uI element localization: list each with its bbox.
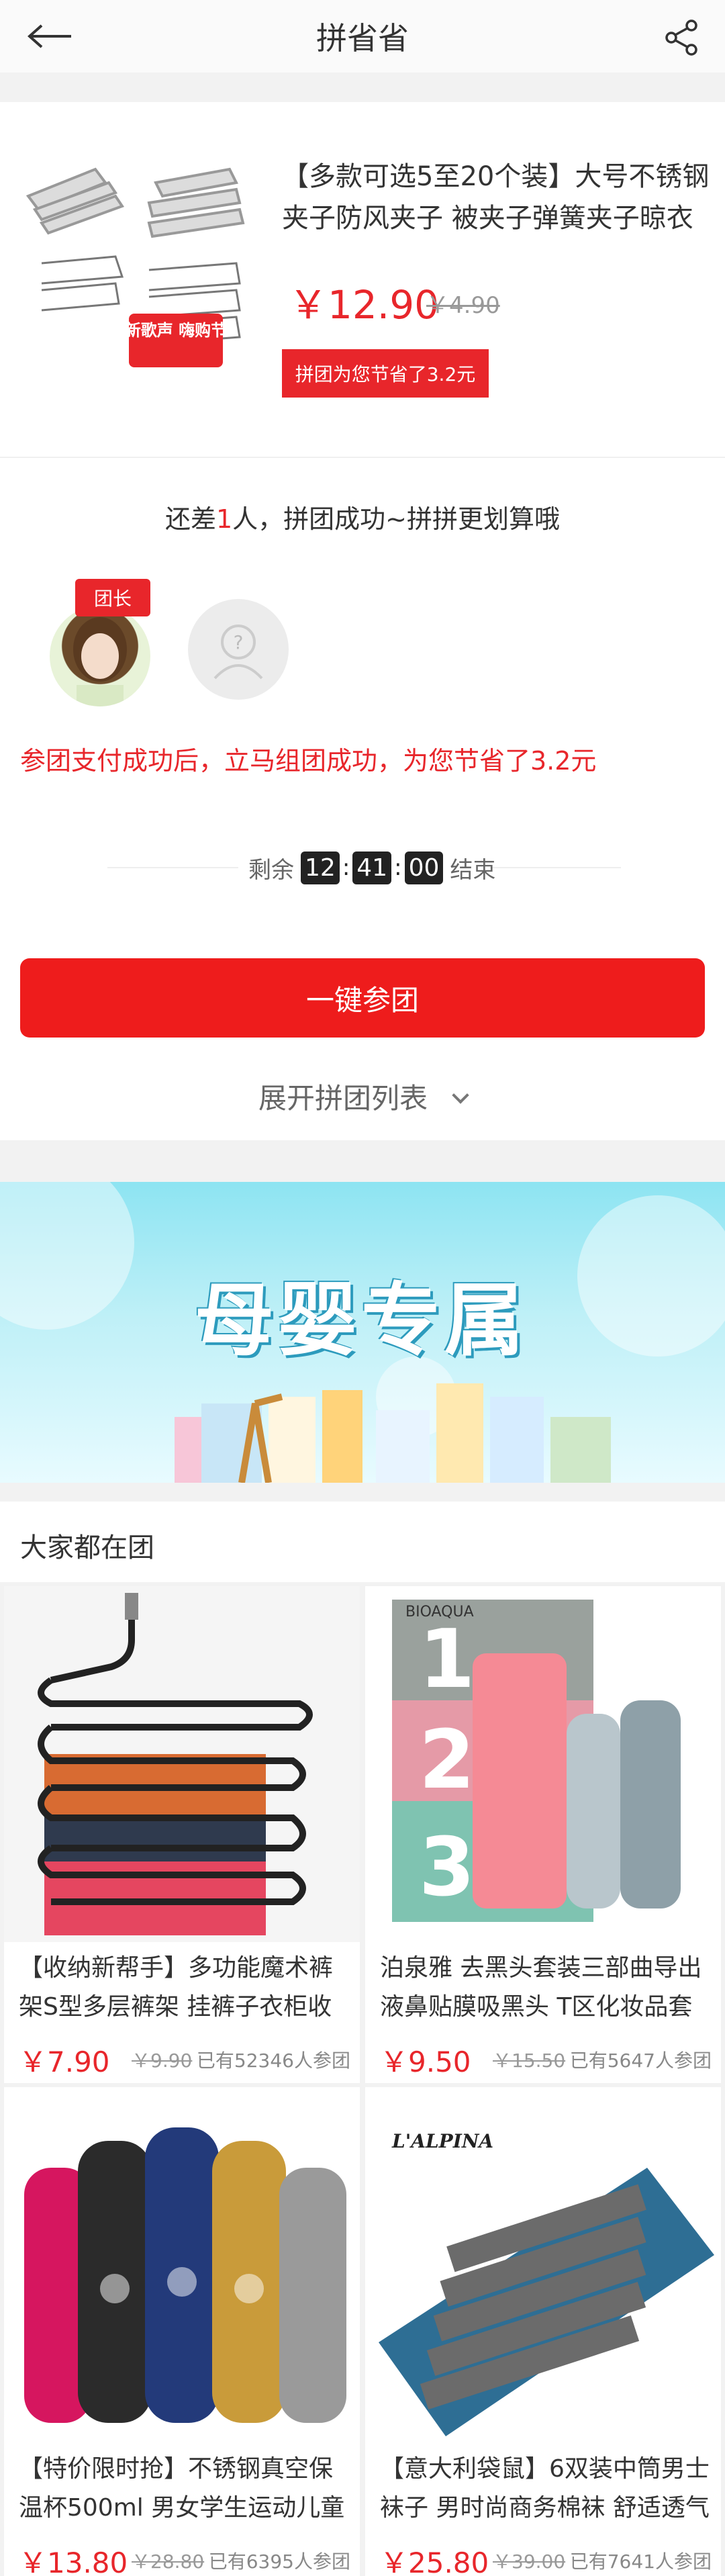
back-button[interactable] [27,16,81,56]
group-panel: 还差1人，拼团成功~拼拼更划算哦 团长 ? 参团支付成功后，立马组团成功，为您节… [0,458,725,1140]
leader-avatar[interactable] [50,606,150,706]
header-bar: 拼省省 [0,0,725,73]
leader-tag: 团长 [75,579,150,616]
recommend-card-price: ￥25.80 [380,2546,489,2576]
countdown-suffix: 结束 [450,856,496,884]
recommend-section: 大家都在团 【收纳新帮手】多功能魔术裤架S型多层裤架 挂裤子衣柜收 ￥7.90 … [0,1502,725,2576]
recommend-card-name: 【特价限时抢】不锈钢真空保温杯500ml 男女学生运动儿童水杯 [19,2455,345,2522]
save-tag: 拼团为您节省了3.2元 [282,349,489,398]
countdown-colon: : [394,854,402,881]
recommend-card[interactable]: 【特价限时抢】不锈钢真空保温杯500ml 男女学生运动儿童水杯 ￥13.80 ￥… [4,2087,360,2576]
countdown-seconds: 00 [404,851,444,884]
need-suffix: 人，拼团成功~拼拼更划算哦 [232,504,561,534]
unknown-user-icon: ? [213,625,263,680]
join-group-button[interactable]: 一键参团 [20,958,705,1038]
recommend-card-name: 【意大利袋鼠】6双装中筒男士袜子 男时尚商务棉袜 舒适透气 [380,2455,710,2522]
success-notice: 参团支付成功后，立马组团成功，为您节省了3.2元 [20,746,597,776]
recommend-card-original-price: ￥28.80 [132,2550,205,2573]
recommend-card-price: ￥9.50 [380,2045,471,2078]
product-image: 新歌声 嗨购节 [15,156,263,377]
countdown-prefix: 剩余 [248,856,294,884]
recommend-card-original-price: ￥15.50 [493,2050,566,2072]
recommend-card-original-price: ￥39.00 [493,2550,566,2573]
svg-text:?: ? [234,631,244,653]
page-title: 拼省省 [316,20,409,56]
recommend-card-price: ￥7.90 [19,2045,110,2078]
promo-text: 新歌声 嗨购节 [125,321,227,340]
expand-label: 展开拼团列表 [258,1082,428,1115]
step-label: 2 [419,1714,475,1807]
empty-member-avatar: ? [188,599,289,700]
recommend-card-image [4,2087,360,2443]
sock-brand-text: L'ALPINA [391,2130,493,2152]
divider-right [490,867,621,868]
banner-bubble [577,1195,725,1356]
need-members-text: 还差1人，拼团成功~拼拼更划算哦 [0,498,725,535]
share-icon [665,19,697,56]
banner-text: 母婴专属 [195,1274,528,1367]
expand-group-list-button[interactable]: 展开拼团列表 [0,1076,725,1117]
recommend-card-image: L'ALPINA [365,2087,721,2443]
step-label: 3 [419,1821,475,1915]
recommend-header: 大家都在团 [0,1502,725,1582]
recommend-card-original-price: ￥9.90 [132,2050,193,2072]
chevron-down-icon [452,1087,469,1104]
banner-bubble [0,1182,134,1330]
countdown-row: 剩余 12 : 41 : 00 结束 [0,847,725,888]
product-name: 【多款可选5至20个装】大号不锈钢夹子防风夹子 被夹子弹簧夹子晾衣夹 [282,161,710,234]
countdown-minutes: 41 [352,851,392,884]
product-price: ￥12.90 [289,282,440,328]
product-original-price: ￥4.90 [426,292,500,319]
countdown-colon: : [342,854,350,881]
maternal-baby-banner[interactable]: 母婴专属 [0,1182,725,1483]
recommend-card-image [4,1586,360,1942]
recommend-card-name: 泊泉雅 去黑头套装三部曲导出液鼻贴膜吸黑头 T区化妆品套装 [380,1954,702,2021]
recommend-card-sold: 已有6395人参团 [208,2550,350,2573]
recommend-card-price: ￥13.80 [19,2546,128,2576]
recommend-title: 大家都在团 [20,1532,154,1563]
recommend-card[interactable]: L'ALPINA 【意大利袋鼠】6双装中筒男士袜子 男时尚商务棉袜 舒适透气 ￥… [365,2087,721,2576]
step-label: 1 [419,1613,475,1706]
recommend-card-sold: 已有5647人参团 [569,2050,712,2072]
recommend-card[interactable]: 1 2 3 BIOAQUA 泊泉雅 去黑头套装三部曲导出液鼻贴膜吸黑头 T区化妆… [365,1586,721,2083]
recommend-card-sold: 已有7641人参团 [569,2550,712,2573]
brand-box-text: BIOAQUA [405,1604,474,1620]
back-arrow-icon [27,24,71,48]
divider-left [107,867,238,868]
recommend-card-image: 1 2 3 BIOAQUA [365,1586,721,1942]
countdown: 剩余 12 : 41 : 00 结束 [248,847,495,888]
recommend-card-sold: 已有52346人参团 [196,2050,350,2072]
need-prefix: 还差 [164,504,216,534]
recommend-card[interactable]: 【收纳新帮手】多功能魔术裤架S型多层裤架 挂裤子衣柜收纳神器 ￥7.90 ￥9.… [4,1586,360,2083]
recommend-card-name: 【收纳新帮手】多功能魔术裤架S型多层裤架 挂裤子衣柜收纳神器 [19,1954,334,2021]
banner-products-image [175,1383,611,1483]
countdown-hours: 12 [301,851,340,884]
need-count: 1 [215,504,233,534]
share-button[interactable] [662,17,702,58]
product-card[interactable]: 新歌声 嗨购节 【多款可选5至20个装】大号不锈钢夹子防风夹子 被夹子弹簧夹子晾… [0,102,725,458]
page: 拼省省 新歌声 嗨购节 【多款可选5至20个装】大号不锈钢夹子防风夹子 被夹子弹… [0,0,725,2576]
